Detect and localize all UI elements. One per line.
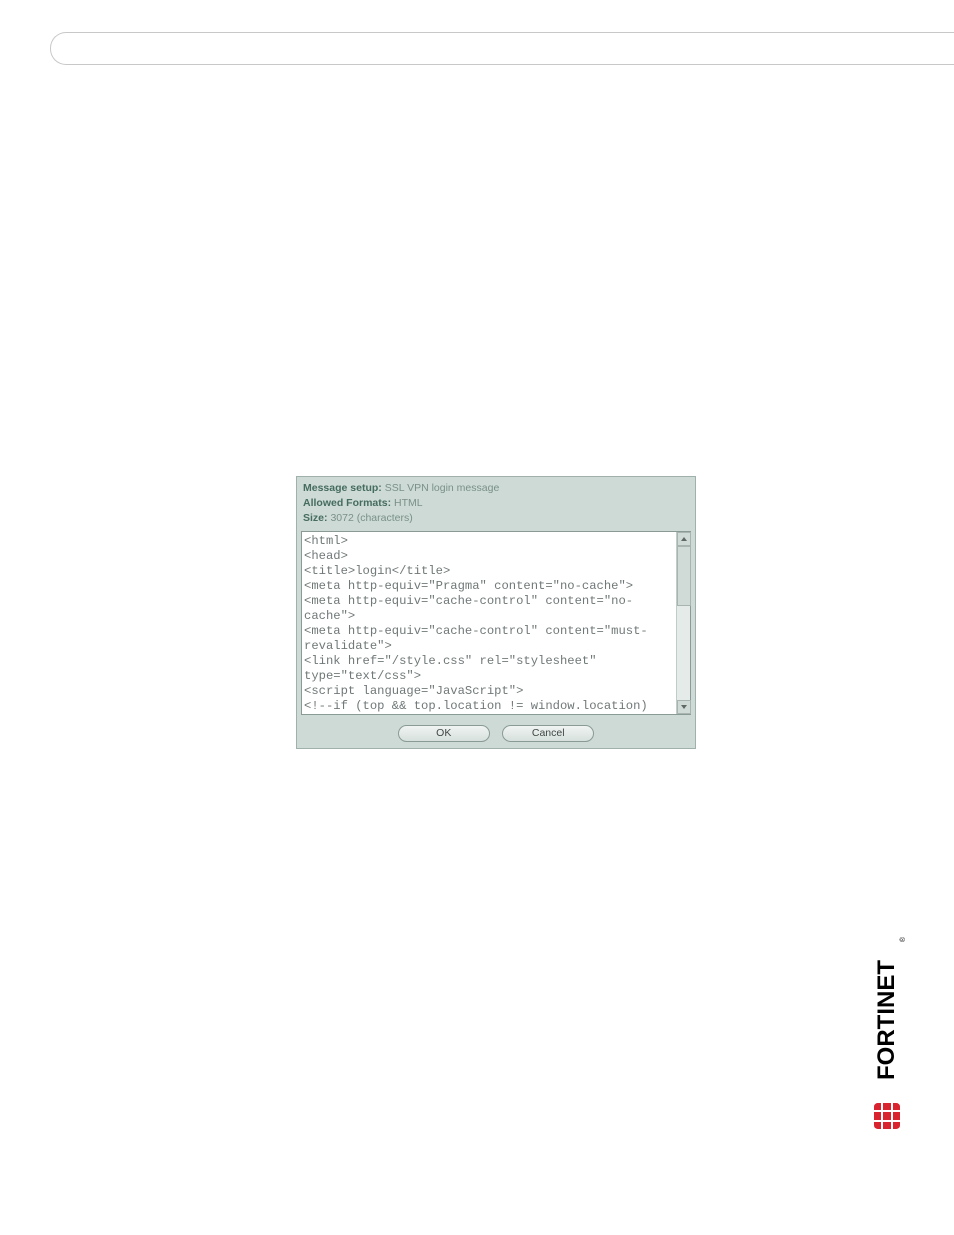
logo-mark-icon: [874, 1103, 900, 1129]
header-rule-box: [50, 32, 954, 65]
dialog-button-row: OK Cancel: [297, 719, 695, 748]
logo-text-span: FORTINET: [873, 960, 901, 1080]
registered-mark: ®: [900, 937, 907, 942]
cancel-button[interactable]: Cancel: [502, 725, 594, 742]
size-label: Size:: [303, 512, 328, 524]
allowed-formats-value: HTML: [394, 497, 423, 509]
textarea-content[interactable]: <html> <head> <title>login</title> <meta…: [302, 532, 676, 714]
scrollbar[interactable]: [676, 532, 690, 714]
message-setup-label: Message setup:: [303, 482, 382, 494]
dialog-header: Message setup: SSL VPN login message All…: [297, 477, 695, 529]
scroll-down-button[interactable]: [677, 700, 691, 714]
scroll-up-button[interactable]: [677, 532, 691, 546]
html-textarea[interactable]: <html> <head> <title>login</title> <meta…: [301, 531, 691, 715]
logo-text: FORTINET: [872, 945, 902, 1095]
arrow-up-icon: [681, 537, 687, 541]
ok-button[interactable]: OK: [398, 725, 490, 742]
size-value: 3072 (characters): [330, 512, 412, 524]
message-setup-value: SSL VPN login message: [385, 482, 500, 494]
message-setup-dialog: Message setup: SSL VPN login message All…: [296, 476, 696, 749]
arrow-down-icon: [681, 705, 687, 709]
allowed-formats-label: Allowed Formats:: [303, 497, 391, 509]
scroll-thumb[interactable]: [677, 546, 691, 606]
fortinet-logo: FORTINET: [872, 945, 902, 1135]
